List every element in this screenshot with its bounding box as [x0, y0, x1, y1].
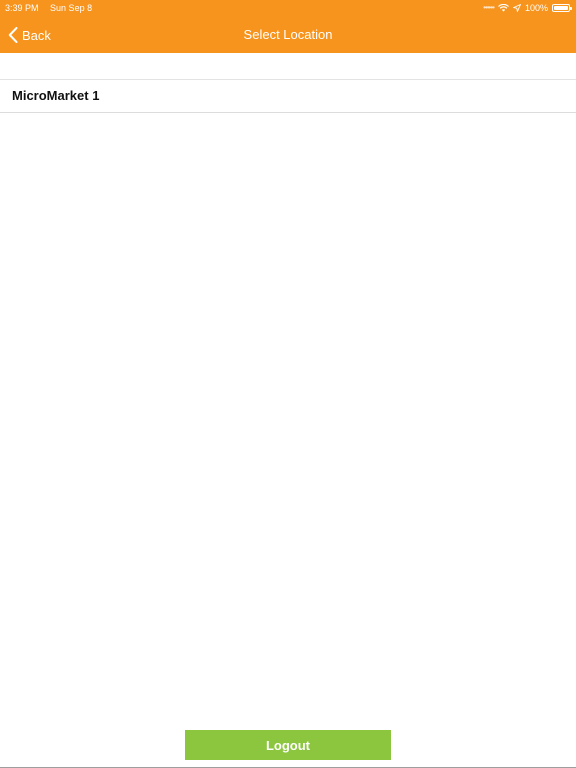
location-arrow-icon — [513, 4, 521, 12]
chevron-left-icon — [8, 27, 18, 43]
battery-icon — [552, 4, 572, 12]
battery-tip — [570, 7, 572, 10]
battery-fill — [554, 6, 568, 10]
location-item[interactable]: MicroMarket 1 — [0, 80, 576, 113]
page-title: Select Location — [243, 27, 333, 42]
logout-button[interactable]: Logout — [185, 730, 391, 760]
status-left: 3:39 PM Sun Sep 8 — [5, 0, 92, 16]
status-date: Sun Sep 8 — [50, 3, 93, 13]
battery-percent: 100% — [524, 3, 548, 13]
status-right: •••••• 100% — [483, 0, 572, 16]
signal-dots-icon: •••••• — [483, 3, 495, 12]
status-time: 3:39 PM — [5, 3, 39, 13]
header-bar: 3:39 PM Sun Sep 8 •••••• 100% Back Selec… — [0, 0, 576, 53]
status-bar: 3:39 PM Sun Sep 8 •••••• 100% — [0, 0, 576, 16]
location-list: MicroMarket 1 — [0, 79, 576, 113]
wifi-icon — [498, 4, 509, 12]
back-button[interactable]: Back — [8, 17, 51, 53]
navigation-bar: Back Select Location — [0, 17, 576, 53]
back-label: Back — [22, 27, 51, 43]
